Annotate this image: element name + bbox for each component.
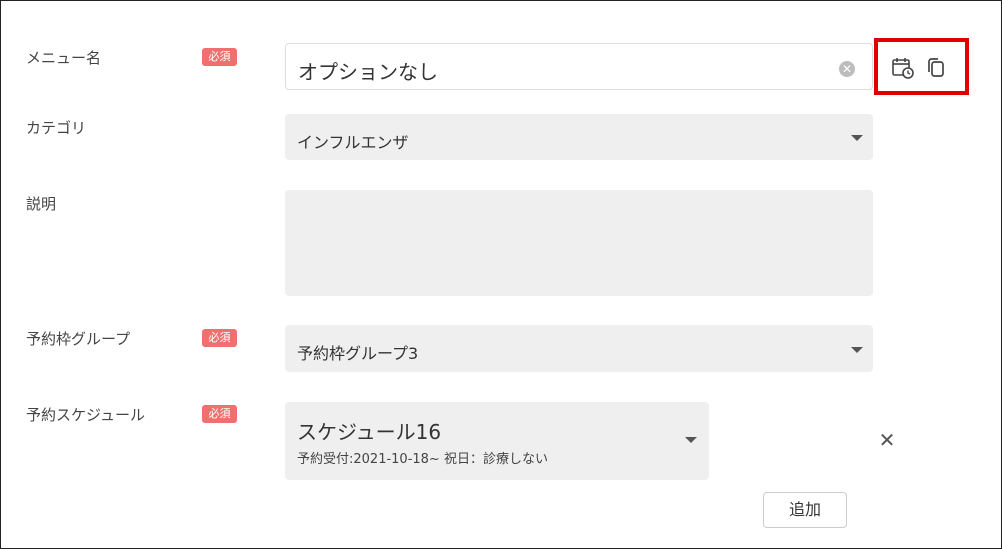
calendar-clock-icon[interactable] <box>891 56 915 80</box>
clear-circle-icon[interactable]: ✕ <box>839 61 855 77</box>
category-value: インフルエンザ <box>297 133 409 152</box>
copy-icon[interactable] <box>924 56 948 80</box>
required-badge: 必須 <box>202 405 237 423</box>
form-panel: メニュー名 必須 オプションなし ✕ カテゴリ インフルエンザ 説明 予約枠グル… <box>0 0 1002 549</box>
schedule-label: 予約スケジュール <box>26 406 145 424</box>
menu-name-value: オプションなし <box>298 60 438 84</box>
category-select[interactable]: インフルエンザ <box>285 114 873 160</box>
chevron-down-icon <box>851 347 863 353</box>
chevron-down-icon <box>685 437 697 443</box>
required-badge: 必須 <box>202 329 237 347</box>
menu-name-label: メニュー名 <box>26 49 102 67</box>
category-label: カテゴリ <box>26 119 87 137</box>
slot-group-label: 予約枠グループ <box>26 330 131 348</box>
chevron-down-icon <box>851 135 863 141</box>
schedule-select[interactable]: スケジュール16 予約受付:2021-10-18~ 祝日：診療しない <box>285 402 709 480</box>
description-label: 説明 <box>26 195 57 213</box>
menu-name-input[interactable]: オプションなし ✕ <box>285 43 873 90</box>
close-icon[interactable]: ✕ <box>877 430 897 450</box>
icon-highlight-box <box>874 38 969 95</box>
schedule-detail: 予約受付:2021-10-18~ 祝日：診療しない <box>297 452 548 467</box>
schedule-value: スケジュール16 <box>297 420 442 444</box>
add-button[interactable]: 追加 <box>763 492 847 528</box>
required-badge: 必須 <box>202 48 237 66</box>
slot-group-select[interactable]: 予約枠グループ3 <box>285 325 873 372</box>
description-textarea[interactable] <box>285 190 873 296</box>
slot-group-value: 予約枠グループ3 <box>297 344 419 363</box>
